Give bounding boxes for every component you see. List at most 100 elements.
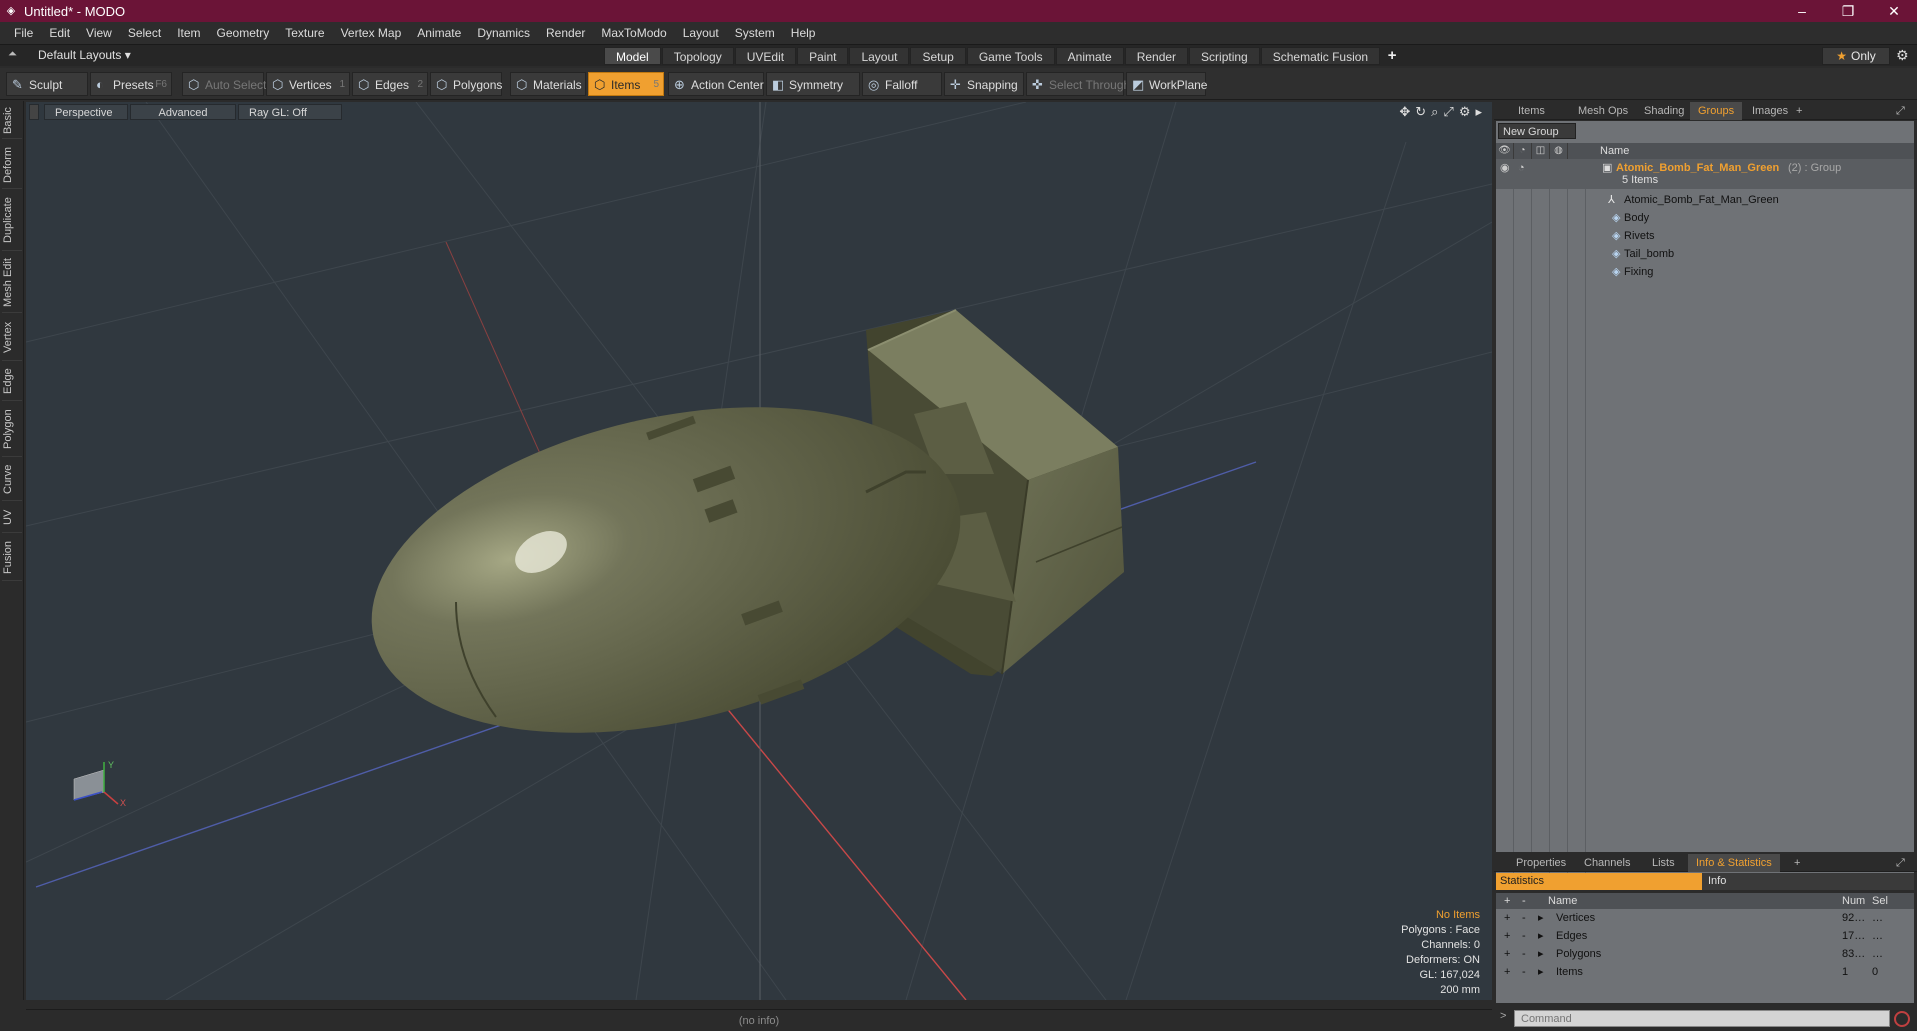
expand-arrow-icon[interactable]: ▸: [1475, 104, 1482, 120]
add-panel-tab-button[interactable]: +: [1788, 102, 1810, 120]
only-button[interactable]: ★ Only: [1822, 47, 1890, 65]
zoom-icon[interactable]: ⌕: [1431, 104, 1438, 120]
menu-animate[interactable]: Animate: [409, 22, 469, 44]
list-item[interactable]: ◈ Rivets: [1496, 227, 1914, 245]
remove-icon[interactable]: -: [1522, 909, 1526, 927]
remove-icon[interactable]: -: [1522, 963, 1526, 981]
name-column-header[interactable]: Name: [1600, 143, 1629, 159]
expand-icon[interactable]: ▸: [1538, 945, 1544, 963]
menu-edit[interactable]: Edit: [41, 22, 78, 44]
tab-items[interactable]: Items: [1510, 102, 1553, 120]
table-row[interactable]: + - ▸ Items 1 0: [1496, 963, 1914, 981]
presets-button[interactable]: ◐ Presets F6: [90, 72, 172, 96]
tab-shading[interactable]: Shading: [1636, 102, 1692, 120]
menu-file[interactable]: File: [6, 22, 41, 44]
menu-vertex-map[interactable]: Vertex Map: [333, 22, 410, 44]
gear-icon[interactable]: ⚙: [1896, 47, 1909, 64]
tab-animate[interactable]: Animate: [1055, 47, 1124, 65]
tab-game-tools[interactable]: Game Tools: [966, 47, 1055, 65]
eye-icon[interactable]: ◉: [1500, 159, 1510, 177]
polygons-button[interactable]: ⬡ Polygons: [430, 72, 502, 96]
tab-setup[interactable]: Setup: [910, 47, 966, 65]
default-layouts-dropdown[interactable]: Default Layouts ▾: [38, 48, 131, 62]
expand-icon[interactable]: ▸: [1538, 909, 1544, 927]
maximize-button[interactable]: ❐: [1825, 0, 1871, 22]
remove-icon[interactable]: -: [1522, 927, 1526, 945]
settings-icon[interactable]: ⚙: [1459, 104, 1471, 120]
add-tab-button[interactable]: +: [1381, 47, 1403, 65]
menu-system[interactable]: System: [727, 22, 783, 44]
expand-icon[interactable]: ▸: [1538, 963, 1544, 981]
symmetry-button[interactable]: ◧ Symmetry: [766, 72, 860, 96]
list-item[interactable]: ◈ Fixing: [1496, 263, 1914, 281]
menu-layout[interactable]: Layout: [675, 22, 727, 44]
tab-topology[interactable]: Topology: [661, 47, 734, 65]
collapse-icon[interactable]: ⏶: [8, 48, 17, 61]
raygl-dropdown[interactable]: Ray GL: Off: [238, 104, 342, 120]
shading-advanced-dropdown[interactable]: Advanced: [130, 104, 236, 120]
3d-viewport[interactable]: Y X Perspective Advanced Ray GL: Off ✥ ↻…: [26, 102, 1492, 1000]
record-macro-icon[interactable]: [1894, 1011, 1910, 1027]
menu-dynamics[interactable]: Dynamics: [469, 22, 538, 44]
action-center-button[interactable]: ⊕ Action Center: [668, 72, 764, 96]
tab-statistics[interactable]: Statistics: [1496, 873, 1702, 890]
tab-groups[interactable]: Groups: [1690, 102, 1743, 120]
tab-schematic-fusion[interactable]: Schematic Fusion: [1260, 47, 1381, 65]
expand-icon[interactable]: ▸: [1538, 927, 1544, 945]
workplane-button[interactable]: ◩ WorkPlane: [1126, 72, 1207, 96]
table-row[interactable]: + - ▸ Edges 17… …: [1496, 927, 1914, 945]
remove-icon[interactable]: -: [1522, 945, 1526, 963]
tab-layout[interactable]: Layout: [849, 47, 910, 65]
menu-select[interactable]: Select: [120, 22, 169, 44]
tab-mesh-ops[interactable]: Mesh Ops: [1570, 102, 1636, 120]
add-panel-tab-button[interactable]: +: [1786, 854, 1808, 872]
add-icon[interactable]: +: [1504, 927, 1510, 945]
table-row[interactable]: + - ▸ Polygons 83… …: [1496, 945, 1914, 963]
vtab-vertex[interactable]: Vertex: [2, 315, 22, 361]
tab-lists[interactable]: Lists: [1644, 854, 1683, 872]
add-icon[interactable]: +: [1504, 963, 1510, 981]
pop-out-icon[interactable]: ⤢: [1888, 854, 1913, 872]
select-through-button[interactable]: ✜ Select Through: [1026, 72, 1130, 96]
render-col-icon[interactable]: ◫: [1532, 143, 1550, 159]
menu-help[interactable]: Help: [783, 22, 824, 44]
menu-geometry[interactable]: Geometry: [209, 22, 278, 44]
lock-icon[interactable]: ◔: [1518, 159, 1525, 177]
tab-info[interactable]: Info: [1704, 873, 1726, 890]
table-row[interactable]: + - ▸ Vertices 92… …: [1496, 909, 1914, 927]
auto-select-button[interactable]: ⬡ Auto Select: [182, 72, 266, 96]
list-item[interactable]: ◈ Tail_bomb: [1496, 245, 1914, 263]
tab-properties[interactable]: Properties: [1508, 854, 1574, 872]
sel-column-header[interactable]: Sel: [1872, 893, 1888, 909]
menu-maxtomodo[interactable]: MaxToModo: [593, 22, 674, 44]
list-item[interactable]: ◈ Body: [1496, 209, 1914, 227]
vtab-uv[interactable]: UV: [2, 503, 22, 533]
tab-channels[interactable]: Channels: [1576, 854, 1638, 872]
fit-icon[interactable]: ⤢: [1443, 104, 1453, 120]
edges-button[interactable]: ⬡ Edges 2: [352, 72, 428, 96]
vtab-fusion[interactable]: Fusion: [2, 535, 22, 581]
tab-info-statistics[interactable]: Info & Statistics: [1688, 854, 1780, 872]
sculpt-button[interactable]: ✎ Sculpt: [6, 72, 88, 96]
vtab-deform[interactable]: Deform: [2, 141, 22, 189]
menu-render[interactable]: Render: [538, 22, 593, 44]
list-item[interactable]: ⅄ Atomic_Bomb_Fat_Man_Green: [1496, 191, 1914, 209]
minimize-button[interactable]: –: [1779, 0, 1825, 22]
add-icon[interactable]: +: [1504, 909, 1510, 927]
rotate-icon[interactable]: ↻: [1415, 104, 1426, 120]
pop-out-icon[interactable]: ⤢: [1888, 102, 1913, 120]
items-button[interactable]: ⬡ Items 5: [588, 72, 664, 96]
snapping-button[interactable]: ✛ Snapping: [944, 72, 1024, 96]
menu-texture[interactable]: Texture: [277, 22, 332, 44]
name-column-header[interactable]: Name: [1548, 893, 1577, 909]
expand-all-icon[interactable]: +: [1504, 893, 1510, 909]
collapse-all-icon[interactable]: -: [1522, 893, 1526, 909]
vtab-duplicate[interactable]: Duplicate: [2, 191, 22, 251]
pan-icon[interactable]: ✥: [1399, 104, 1410, 120]
visibility-col-icon[interactable]: 👁: [1496, 143, 1514, 159]
group-row[interactable]: ◉ ◔ ▣ Atomic_Bomb_Fat_Man_Green (2) : Gr…: [1496, 159, 1914, 189]
viewport-menu-toggle[interactable]: [29, 104, 39, 120]
command-input[interactable]: [1514, 1010, 1890, 1027]
command-history-icon[interactable]: >: [1500, 1010, 1506, 1022]
tab-scripting[interactable]: Scripting: [1189, 47, 1260, 65]
